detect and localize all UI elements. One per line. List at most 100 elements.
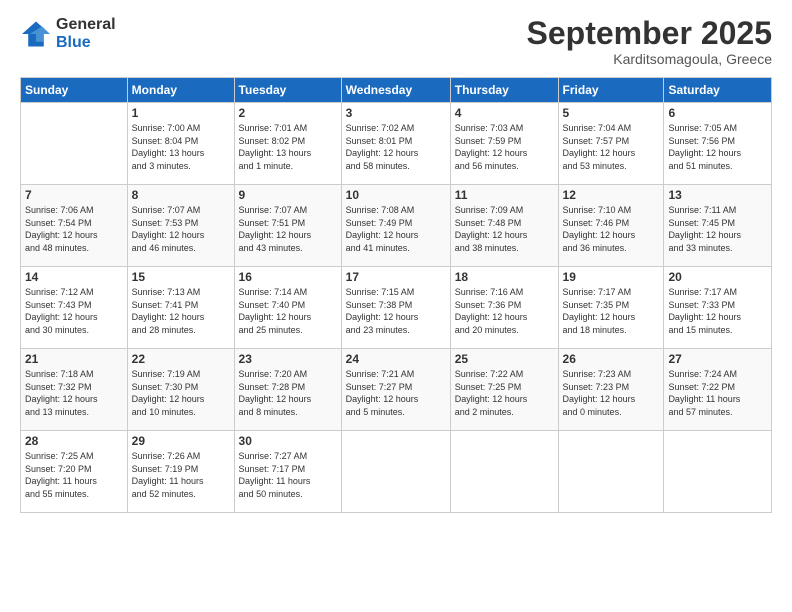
day-number: 12: [563, 188, 660, 202]
day-info: Sunrise: 7:08 AM Sunset: 7:49 PM Dayligh…: [346, 204, 446, 254]
day-number: 8: [132, 188, 230, 202]
col-header-saturday: Saturday: [664, 78, 772, 103]
day-number: 22: [132, 352, 230, 366]
col-header-thursday: Thursday: [450, 78, 558, 103]
logo-blue: Blue: [56, 34, 116, 52]
col-header-wednesday: Wednesday: [341, 78, 450, 103]
cell-0-4: 4 Sunrise: 7:03 AM Sunset: 7:59 PM Daylig…: [450, 103, 558, 185]
day-number: 26: [563, 352, 660, 366]
day-info: Sunrise: 7:17 AM Sunset: 7:33 PM Dayligh…: [668, 286, 767, 336]
cell-1-6: 13 Sunrise: 7:11 AM Sunset: 7:45 PM Dayli…: [664, 185, 772, 267]
day-info: Sunrise: 7:25 AM Sunset: 7:20 PM Dayligh…: [25, 450, 123, 500]
cell-3-0: 21Sunrise: 7:18 AM Sunset: 7:32 PM Dayli…: [21, 349, 128, 431]
day-number: 11: [455, 188, 554, 202]
cell-0-3: 3Sunrise: 7:02 AM Sunset: 8:01 PM Daylig…: [341, 103, 450, 185]
day-info: Sunrise: 7:01 AM Sunset: 8:02 PM Dayligh…: [239, 122, 337, 172]
week-row-1: 7 Sunrise: 7:06 AM Sunset: 7:54 PM Daylig…: [21, 185, 772, 267]
cell-2-5: 19 Sunrise: 7:17 AM Sunset: 7:35 PM Dayli…: [558, 267, 664, 349]
day-info: Sunrise: 7:10 AM Sunset: 7:46 PM Dayligh…: [563, 204, 660, 254]
day-number: 5: [563, 106, 660, 120]
col-header-friday: Friday: [558, 78, 664, 103]
day-number: 21: [25, 352, 123, 366]
day-info: Sunrise: 7:07 AM Sunset: 7:51 PM Dayligh…: [239, 204, 337, 254]
cell-1-3: 10 Sunrise: 7:08 AM Sunset: 7:49 PM Dayli…: [341, 185, 450, 267]
week-row-2: 14 Sunrise: 7:12 AM Sunset: 7:43 PM Dayli…: [21, 267, 772, 349]
day-info: Sunrise: 7:05 AM Sunset: 7:56 PM Dayligh…: [668, 122, 767, 172]
week-row-0: 1Sunrise: 7:00 AM Sunset: 8:04 PM Daylig…: [21, 103, 772, 185]
day-number: 19: [563, 270, 660, 284]
cell-3-2: 23 Sunrise: 7:20 AM Sunset: 7:28 PM Dayli…: [234, 349, 341, 431]
day-number: 14: [25, 270, 123, 284]
day-info: Sunrise: 7:21 AM Sunset: 7:27 PM Dayligh…: [346, 368, 446, 418]
day-number: 24: [346, 352, 446, 366]
cell-1-4: 11 Sunrise: 7:09 AM Sunset: 7:48 PM Dayli…: [450, 185, 558, 267]
cell-4-4: [450, 431, 558, 513]
day-info: Sunrise: 7:27 AM Sunset: 7:17 PM Dayligh…: [239, 450, 337, 500]
day-info: Sunrise: 7:20 AM Sunset: 7:28 PM Dayligh…: [239, 368, 337, 418]
day-number: 17: [346, 270, 446, 284]
cell-2-4: 18Sunrise: 7:16 AM Sunset: 7:36 PM Dayli…: [450, 267, 558, 349]
day-number: 2: [239, 106, 337, 120]
day-info: Sunrise: 7:23 AM Sunset: 7:23 PM Dayligh…: [563, 368, 660, 418]
day-info: Sunrise: 7:12 AM Sunset: 7:43 PM Dayligh…: [25, 286, 123, 336]
day-info: Sunrise: 7:03 AM Sunset: 7:59 PM Dayligh…: [455, 122, 554, 172]
day-info: Sunrise: 7:22 AM Sunset: 7:25 PM Dayligh…: [455, 368, 554, 418]
day-info: Sunrise: 7:04 AM Sunset: 7:57 PM Dayligh…: [563, 122, 660, 172]
cell-2-0: 14 Sunrise: 7:12 AM Sunset: 7:43 PM Dayli…: [21, 267, 128, 349]
cell-3-5: 26 Sunrise: 7:23 AM Sunset: 7:23 PM Dayli…: [558, 349, 664, 431]
cell-2-3: 17 Sunrise: 7:15 AM Sunset: 7:38 PM Dayli…: [341, 267, 450, 349]
day-number: 29: [132, 434, 230, 448]
day-number: 20: [668, 270, 767, 284]
week-row-4: 28 Sunrise: 7:25 AM Sunset: 7:20 PM Dayli…: [21, 431, 772, 513]
day-info: Sunrise: 7:06 AM Sunset: 7:54 PM Dayligh…: [25, 204, 123, 254]
cell-0-0: [21, 103, 128, 185]
cell-1-2: 9 Sunrise: 7:07 AM Sunset: 7:51 PM Daylig…: [234, 185, 341, 267]
cell-4-3: [341, 431, 450, 513]
day-number: 28: [25, 434, 123, 448]
calendar: SundayMondayTuesdayWednesdayThursdayFrid…: [20, 77, 772, 513]
day-number: 16: [239, 270, 337, 284]
cell-3-4: 25 Sunrise: 7:22 AM Sunset: 7:25 PM Dayli…: [450, 349, 558, 431]
cell-2-2: 16 Sunrise: 7:14 AM Sunset: 7:40 PM Dayli…: [234, 267, 341, 349]
cell-2-1: 15Sunrise: 7:13 AM Sunset: 7:41 PM Dayli…: [127, 267, 234, 349]
day-info: Sunrise: 7:09 AM Sunset: 7:48 PM Dayligh…: [455, 204, 554, 254]
cell-1-1: 8Sunrise: 7:07 AM Sunset: 7:53 PM Daylig…: [127, 185, 234, 267]
day-number: 13: [668, 188, 767, 202]
location: Karditsomagoula, Greece: [527, 51, 772, 67]
cell-4-2: 30Sunrise: 7:27 AM Sunset: 7:17 PM Dayli…: [234, 431, 341, 513]
day-info: Sunrise: 7:24 AM Sunset: 7:22 PM Dayligh…: [668, 368, 767, 418]
cell-1-5: 12 Sunrise: 7:10 AM Sunset: 7:46 PM Dayli…: [558, 185, 664, 267]
cell-4-1: 29Sunrise: 7:26 AM Sunset: 7:19 PM Dayli…: [127, 431, 234, 513]
cell-4-6: [664, 431, 772, 513]
cell-4-0: 28 Sunrise: 7:25 AM Sunset: 7:20 PM Dayli…: [21, 431, 128, 513]
day-number: 7: [25, 188, 123, 202]
day-info: Sunrise: 7:15 AM Sunset: 7:38 PM Dayligh…: [346, 286, 446, 336]
day-number: 23: [239, 352, 337, 366]
cell-2-6: 20 Sunrise: 7:17 AM Sunset: 7:33 PM Dayli…: [664, 267, 772, 349]
day-number: 27: [668, 352, 767, 366]
page: General Blue September 2025 Karditsomago…: [0, 0, 792, 612]
month-title: September 2025: [527, 16, 772, 51]
col-header-sunday: Sunday: [21, 78, 128, 103]
col-header-monday: Monday: [127, 78, 234, 103]
day-number: 9: [239, 188, 337, 202]
logo: General Blue: [20, 16, 116, 51]
day-info: Sunrise: 7:16 AM Sunset: 7:36 PM Dayligh…: [455, 286, 554, 336]
day-number: 10: [346, 188, 446, 202]
logo-text: General Blue: [56, 16, 116, 51]
cell-0-2: 2 Sunrise: 7:01 AM Sunset: 8:02 PM Daylig…: [234, 103, 341, 185]
cell-4-5: [558, 431, 664, 513]
day-number: 4: [455, 106, 554, 120]
day-info: Sunrise: 7:19 AM Sunset: 7:30 PM Dayligh…: [132, 368, 230, 418]
logo-general: General: [56, 16, 116, 34]
day-info: Sunrise: 7:02 AM Sunset: 8:01 PM Dayligh…: [346, 122, 446, 172]
col-header-tuesday: Tuesday: [234, 78, 341, 103]
day-info: Sunrise: 7:14 AM Sunset: 7:40 PM Dayligh…: [239, 286, 337, 336]
day-info: Sunrise: 7:17 AM Sunset: 7:35 PM Dayligh…: [563, 286, 660, 336]
title-block: September 2025 Karditsomagoula, Greece: [527, 16, 772, 67]
day-info: Sunrise: 7:00 AM Sunset: 8:04 PM Dayligh…: [132, 122, 230, 172]
day-number: 25: [455, 352, 554, 366]
cell-0-1: 1Sunrise: 7:00 AM Sunset: 8:04 PM Daylig…: [127, 103, 234, 185]
day-info: Sunrise: 7:11 AM Sunset: 7:45 PM Dayligh…: [668, 204, 767, 254]
logo-icon: [20, 20, 52, 48]
